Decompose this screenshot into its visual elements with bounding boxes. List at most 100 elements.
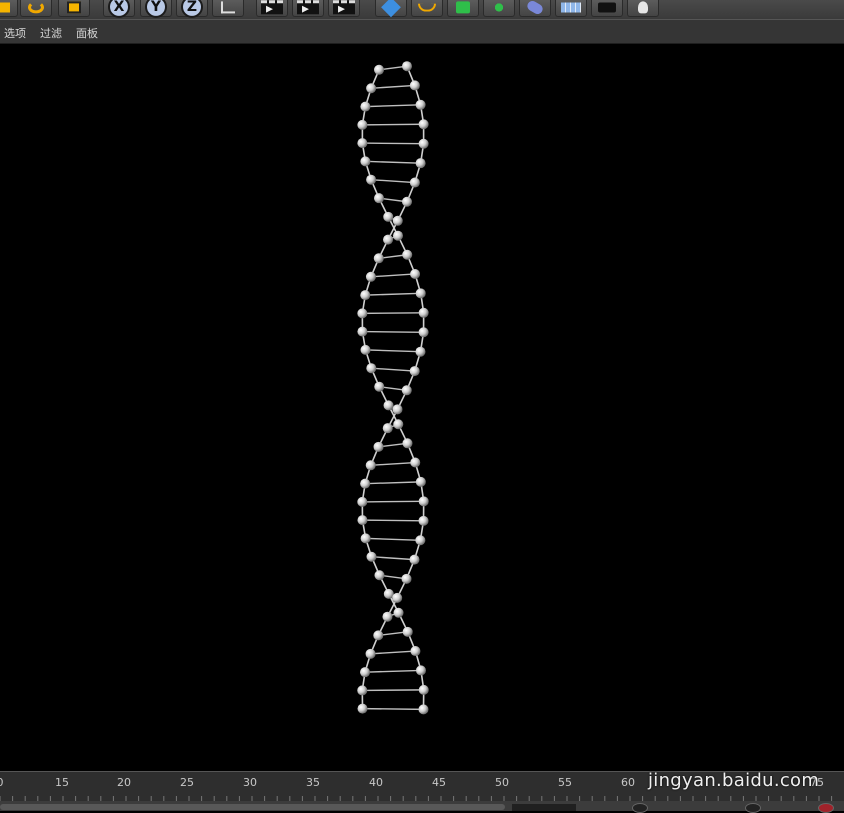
light-button[interactable] (627, 0, 659, 17)
base-pair-rung (365, 481, 421, 485)
atom-sphere (365, 271, 376, 282)
cube-primitive-icon (381, 0, 401, 18)
atom-sphere (360, 344, 371, 355)
render-region-button[interactable] (0, 0, 18, 17)
atom-sphere (374, 64, 385, 75)
x-axis-button[interactable]: X (103, 0, 135, 18)
atom-sphere (409, 80, 420, 91)
atom-sphere (418, 515, 429, 526)
frame-field[interactable] (512, 804, 576, 811)
atom-sphere (415, 535, 426, 546)
timeline-tick-label: 60 (621, 776, 635, 789)
spline-pen-icon (418, 3, 436, 12)
subdivision-button[interactable] (447, 0, 479, 17)
timeline-tick-label: 40 (369, 776, 383, 789)
bend-deformer-icon (525, 0, 545, 16)
goto-start-button[interactable] (632, 803, 648, 813)
cube-yellow-icon (0, 2, 10, 13)
spline-pen-button[interactable] (411, 0, 443, 17)
camera-icon (598, 2, 616, 13)
clapboard-icon (261, 0, 283, 15)
atom-sphere (393, 607, 404, 618)
atom-sphere (374, 570, 385, 581)
base-pair-rung (362, 123, 424, 126)
coordinate-system-icon (221, 1, 235, 14)
atom-sphere (410, 646, 421, 657)
atom-sphere (357, 138, 368, 149)
base-pair-rung (365, 160, 421, 164)
render-view-button[interactable] (256, 0, 288, 17)
timeline-tick-label: 0 (0, 776, 4, 789)
scale-button[interactable] (58, 0, 90, 17)
base-pair-rung (362, 500, 424, 503)
atom-sphere (418, 496, 429, 507)
cloner-button[interactable] (483, 0, 515, 17)
timeline-tick-label: 30 (243, 776, 257, 789)
timeline-tick-label: 50 (495, 776, 509, 789)
atom-sphere (415, 665, 426, 676)
atom-sphere (418, 307, 429, 318)
atom-sphere (415, 476, 426, 487)
base-pair-rung (365, 537, 421, 541)
bend-deformer-button[interactable] (519, 0, 551, 17)
atom-sphere (360, 533, 371, 544)
atom-sphere (365, 648, 376, 659)
frame-range-slider[interactable] (0, 804, 505, 810)
y-axis-button[interactable]: Y (140, 0, 172, 18)
floor-button[interactable] (555, 0, 587, 17)
goto-end-button[interactable] (745, 803, 761, 813)
atom-sphere (402, 249, 413, 260)
floor-icon (561, 2, 581, 13)
atom-sphere (382, 611, 393, 622)
base-pair-rung (370, 650, 416, 655)
atom-sphere (418, 119, 429, 130)
timeline-tick-label: 25 (180, 776, 194, 789)
base-pair-rung (362, 707, 424, 711)
atom-sphere (401, 573, 412, 584)
3d-viewport[interactable] (0, 44, 844, 771)
base-pair-rung (362, 330, 424, 333)
atom-sphere (382, 423, 393, 434)
menu-panel[interactable]: 面板 (76, 25, 98, 41)
clapboard-icon (333, 0, 355, 15)
x-axis-icon: X (108, 0, 130, 18)
render-settings-button[interactable] (328, 0, 360, 17)
base-pair-rung (371, 367, 415, 372)
atom-sphere (409, 177, 420, 188)
cube-primitive-button[interactable] (375, 0, 407, 18)
scale-icon (67, 1, 81, 14)
atom-sphere (402, 626, 413, 637)
atom-sphere (373, 630, 384, 641)
atom-sphere (357, 685, 368, 696)
render-picture-button[interactable] (292, 0, 324, 17)
atom-sphere (366, 551, 377, 562)
clapboard-icon (297, 0, 319, 15)
atom-sphere (374, 193, 385, 204)
base-pair-rung (365, 292, 421, 296)
base-pair-rung (362, 689, 424, 692)
atom-sphere (392, 230, 403, 241)
atom-sphere (365, 460, 376, 471)
z-axis-icon: Z (181, 0, 203, 18)
rotate-icon (28, 1, 44, 14)
cloner-icon (491, 1, 507, 14)
rotate-button[interactable] (20, 0, 52, 17)
base-pair-rung (370, 273, 416, 278)
camera-button[interactable] (591, 0, 623, 17)
record-button[interactable] (818, 803, 834, 813)
atom-sphere (357, 496, 368, 507)
base-pair-rung (371, 84, 415, 89)
z-axis-button[interactable]: Z (176, 0, 208, 18)
menu-filter[interactable]: 过滤 (40, 25, 62, 41)
atom-sphere (373, 441, 384, 452)
light-bulb-icon (638, 1, 648, 14)
atom-sphere (415, 99, 426, 110)
base-pair-rung (362, 312, 424, 315)
menu-options[interactable]: 选项 (4, 25, 26, 41)
viewport-menu-bar: 选项 过滤 面板 (0, 19, 844, 44)
atom-sphere (360, 478, 371, 489)
atom-sphere (410, 457, 421, 468)
base-pair-rung (371, 179, 415, 184)
atom-sphere (366, 174, 377, 185)
coordinate-system-button[interactable] (212, 0, 244, 17)
